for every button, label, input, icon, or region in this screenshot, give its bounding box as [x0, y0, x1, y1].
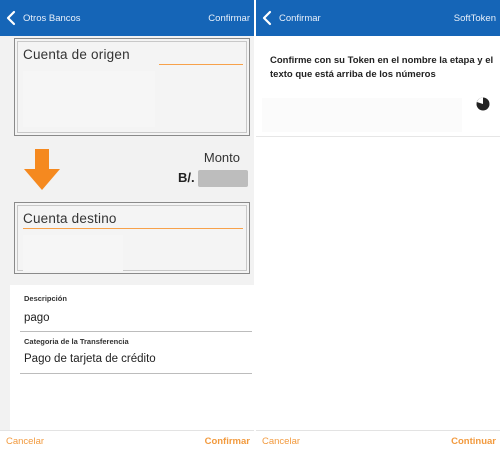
softtoken-label: SoftToken: [453, 13, 496, 24]
continue-button[interactable]: Continuar: [451, 436, 496, 447]
origin-account-title: Cuenta de origen: [23, 47, 130, 62]
nav-bar: Otros Bancos Confirmar: [0, 0, 254, 36]
category-label: Categoria de la Transferencia: [24, 337, 129, 346]
back-button[interactable]: Otros Bancos: [4, 10, 81, 26]
footer-bar: Cancelar Continuar: [256, 431, 500, 453]
origin-account-underline: [159, 64, 243, 65]
destination-account-masked: [23, 235, 123, 271]
description-value[interactable]: pago: [24, 312, 50, 324]
footer-bar: Cancelar Confirmar: [0, 431, 254, 453]
confirm-button[interactable]: Confirmar: [205, 436, 250, 447]
softtoken-screen: Confirmar SoftToken Confirme con su Toke…: [256, 0, 500, 453]
amount-label: Monto: [203, 150, 240, 165]
chevron-left-icon: [6, 10, 16, 26]
back-label: Otros Bancos: [23, 12, 81, 24]
category-underline: [20, 373, 252, 374]
destination-account-card[interactable]: Cuenta destino: [14, 202, 250, 274]
nav-bar: Confirmar SoftToken: [256, 0, 500, 36]
cancel-button[interactable]: Cancelar: [262, 436, 300, 447]
amount-masked-value: [198, 170, 248, 187]
transfer-screen: Otros Bancos Confirmar Cuenta de origen …: [0, 0, 254, 453]
down-arrow-icon: [24, 149, 60, 190]
back-button[interactable]: Confirmar: [260, 10, 321, 26]
header-confirm-button[interactable]: Confirmar: [208, 13, 250, 24]
token-instruction: Confirme con su Token en el nombre la et…: [270, 55, 494, 80]
description-underline: [20, 331, 252, 332]
cancel-button[interactable]: Cancelar: [6, 436, 44, 447]
chevron-left-icon: [262, 10, 272, 26]
destination-account-underline: [23, 228, 243, 229]
category-value[interactable]: Pago de tarjeta de crédito: [24, 353, 156, 365]
origin-account-masked: [23, 71, 155, 127]
origin-account-card[interactable]: Cuenta de origen: [14, 38, 250, 136]
back-label: Confirmar: [279, 12, 321, 24]
token-masked-area: [262, 98, 462, 132]
destination-account-title: Cuenta destino: [23, 211, 117, 226]
token-divider: [256, 136, 500, 137]
description-label: Descripción: [24, 294, 67, 303]
loading-spinner-icon: [476, 97, 490, 111]
amount-currency: B/.: [178, 170, 195, 185]
